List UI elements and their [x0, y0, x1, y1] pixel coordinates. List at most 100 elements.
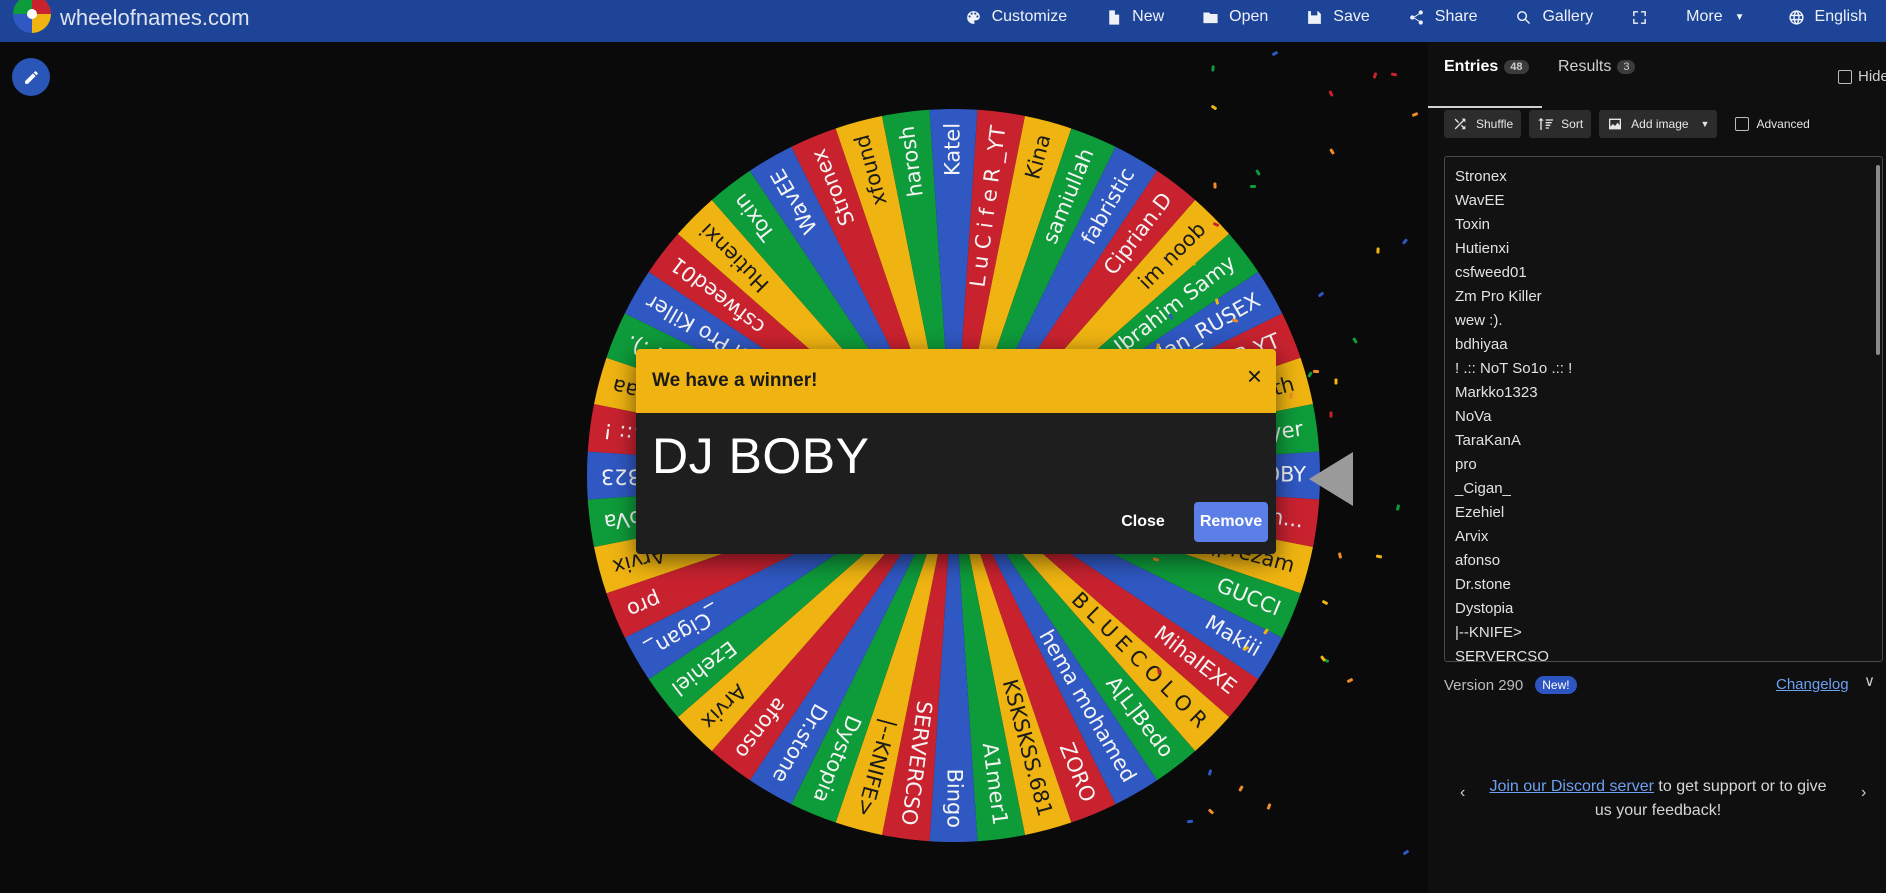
new-button[interactable]: New [1086, 0, 1183, 34]
confetti-piece [1395, 504, 1401, 512]
winner-dialog: We have a winner! × DJ BOBY Close Remove [636, 349, 1276, 554]
shuffle-button[interactable]: Shuffle [1444, 110, 1522, 138]
share-button[interactable]: Share [1389, 0, 1497, 34]
active-tab-indicator [1428, 106, 1542, 108]
winner-dialog-title: We have a winner! [652, 370, 818, 391]
entry-line: Hutienxi [1455, 240, 1510, 257]
share-icon [1409, 9, 1423, 25]
version-label: Version 290 [1444, 676, 1524, 694]
entries-count-badge: 48 [1504, 60, 1529, 74]
hide-label: Hide [1858, 68, 1886, 85]
sort-icon [1538, 118, 1554, 130]
entry-line: csfweed01 [1455, 264, 1527, 281]
site-title[interactable]: wheelofnames.com [60, 5, 250, 31]
confetti-piece [1329, 411, 1333, 418]
entry-line: Stronex [1455, 168, 1507, 185]
entry-line: Ezehiel [1455, 504, 1505, 521]
tab-entries[interactable]: Entries 48 [1444, 58, 1529, 76]
confetti-piece [1401, 238, 1408, 245]
sort-label: Sort [1561, 117, 1584, 131]
confetti-piece [1412, 112, 1419, 118]
hide-checkbox[interactable]: Hide [1838, 68, 1886, 85]
confetti-piece [1334, 378, 1338, 385]
remove-button[interactable]: Remove [1194, 502, 1268, 542]
new-badge: New! [1535, 676, 1577, 694]
entry-line: SERVERCSO [1455, 648, 1549, 662]
more-menu-button[interactable]: More ▼ [1667, 0, 1768, 34]
palette-icon [966, 10, 980, 24]
confetti-piece [1213, 182, 1217, 189]
confetti-piece [1376, 247, 1381, 254]
wheel-pointer-icon [1309, 452, 1353, 506]
chevron-down-icon[interactable]: ∨ [1864, 672, 1875, 690]
confetti-piece [1328, 89, 1334, 97]
entry-line: Markko1323 [1455, 384, 1538, 401]
close-icon[interactable]: × [1247, 361, 1262, 392]
confetti-piece [1312, 369, 1320, 374]
checkbox-icon [1838, 69, 1852, 84]
save-button[interactable]: Save [1287, 0, 1388, 34]
entry-line: _Cigan_ [1455, 480, 1511, 497]
checkbox-icon [1735, 117, 1750, 131]
changelog-link[interactable]: Changelog [1776, 676, 1849, 693]
tab-results[interactable]: Results 3 [1558, 58, 1636, 76]
entries-textarea[interactable]: Stronex WavEE Toxin Hutienxi csfweed01 Zm Pro… [1444, 156, 1883, 662]
sort-button[interactable]: Sort [1529, 110, 1592, 138]
confetti-piece [1321, 599, 1328, 606]
entry-line: ! .:: NoT So1o .:: ! [1455, 360, 1573, 377]
advanced-checkbox[interactable]: Advanced [1735, 117, 1810, 131]
carousel-prev-icon[interactable]: ‹ [1460, 784, 1465, 802]
save-label: Save [1333, 8, 1370, 25]
wheel-logo-icon[interactable] [12, 0, 52, 34]
confetti-piece [1372, 72, 1378, 80]
results-count-badge: 3 [1617, 60, 1636, 74]
pencil-icon [24, 70, 38, 84]
add-image-button[interactable]: Add image ▼ [1599, 110, 1718, 138]
entry-line: TaraKanA [1455, 432, 1521, 449]
gallery-button[interactable]: Gallery [1496, 0, 1612, 34]
confetti-piece [1329, 148, 1335, 155]
entry-line: |--KNIFE> [1455, 624, 1522, 641]
wheel-segment-label: Bingo [943, 769, 967, 828]
entries-list: Stronex WavEE Toxin Hutienxi csfweed01 Zm Pro… [1445, 157, 1882, 662]
folder-icon [1203, 12, 1218, 23]
entries-scrollbar[interactable] [1876, 165, 1880, 355]
open-label: Open [1229, 8, 1269, 25]
entry-line: NoVa [1455, 408, 1492, 425]
top-menu: Customize New Open Save Share Gallery Mo… [946, 0, 1886, 34]
confetti-piece [1346, 677, 1354, 683]
chevron-down-icon: ▼ [1700, 119, 1710, 129]
shuffle-label: Shuffle [1476, 117, 1514, 131]
customize-button[interactable]: Customize [946, 0, 1087, 34]
share-label: Share [1434, 8, 1478, 25]
confetti-piece [1375, 554, 1383, 559]
discord-message: Join our Discord server to get support o… [1488, 775, 1828, 823]
tab-entries-label: Entries [1444, 58, 1499, 75]
entries-toolbar: Shuffle Sort Add image ▼ Advanced [1444, 110, 1810, 138]
close-button[interactable]: Close [1116, 502, 1170, 542]
open-button[interactable]: Open [1183, 0, 1287, 34]
discord-link[interactable]: Join our Discord server [1489, 778, 1654, 795]
confetti-piece [1210, 65, 1215, 72]
language-button[interactable]: English [1769, 0, 1886, 34]
confetti-piece [1249, 184, 1256, 188]
version-row: Version 290 New! [1444, 676, 1577, 694]
edit-button[interactable] [12, 58, 50, 96]
confetti-piece [1337, 552, 1342, 560]
chevron-down-icon: ▼ [1734, 11, 1745, 23]
fullscreen-button[interactable] [1612, 0, 1667, 34]
wheel-segment-label: Katel [941, 123, 965, 176]
more-label: More [1686, 8, 1723, 25]
entry-line: Dr.stone [1455, 576, 1511, 593]
image-icon [1609, 118, 1622, 130]
globe-icon [1788, 9, 1804, 25]
confetti-piece [1271, 51, 1279, 57]
advanced-label: Advanced [1756, 117, 1810, 131]
carousel-next-icon[interactable]: › [1861, 784, 1866, 802]
entry-line: WavEE [1455, 192, 1505, 209]
customize-label: Customize [991, 8, 1068, 25]
entry-line: wew :). [1455, 312, 1503, 329]
shuffle-icon [1454, 118, 1466, 130]
confetti-piece [1402, 850, 1410, 856]
entry-line: Zm Pro Killer [1455, 288, 1542, 305]
